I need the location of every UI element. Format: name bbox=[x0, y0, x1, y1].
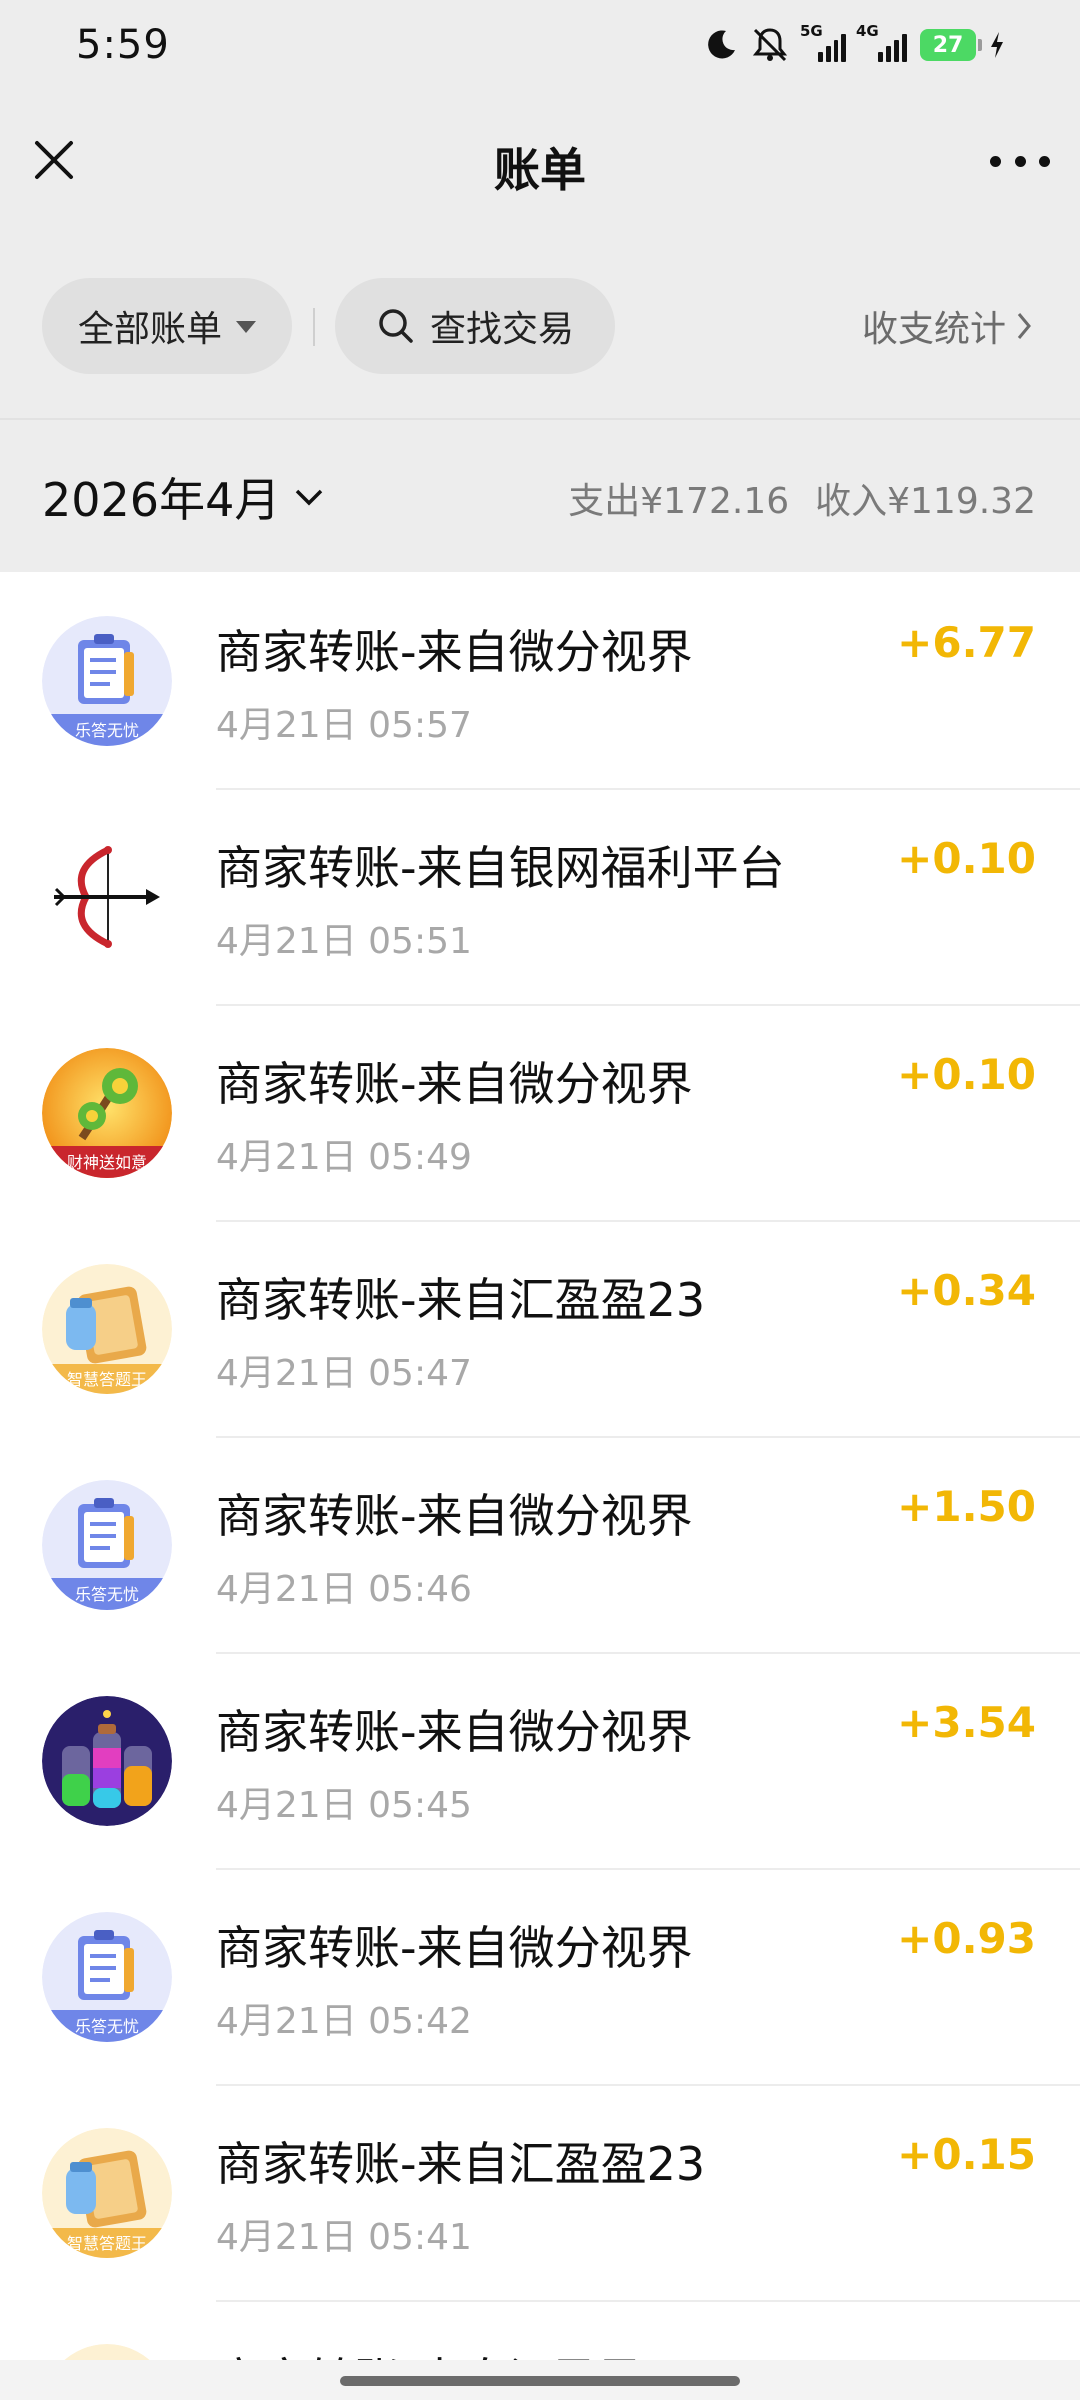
filter-row: 全部账单 查找交易 收支统计 bbox=[0, 240, 1080, 418]
transaction-title: 商家转账-来自微分视界 bbox=[216, 1705, 693, 1759]
transaction-title: 商家转账-来自微分视界 bbox=[216, 1921, 693, 1975]
status-bar: 5:59 5G 4G 27 bbox=[0, 0, 1080, 100]
transaction-row[interactable]: 智慧答题王 商家转账-来自汇盈盈23 4月21日 05:47 +0.34 bbox=[0, 1222, 1080, 1438]
home-indicator[interactable] bbox=[340, 2376, 740, 2386]
transaction-time: 4月21日 05:49 bbox=[216, 1137, 472, 1178]
transaction-title: 商家转账-来自汇盈盈23 bbox=[216, 2137, 706, 2191]
transaction-amount: +3.54 bbox=[897, 1698, 1036, 1747]
transaction-row[interactable]: 乐答无忧 商家转账-来自微分视界 4月21日 05:57 +6.77 bbox=[0, 574, 1080, 790]
svg-text:乐答无忧: 乐答无忧 bbox=[75, 721, 139, 740]
divider bbox=[313, 308, 315, 346]
quiz-clipboard-icon: 乐答无忧 bbox=[42, 1480, 172, 1610]
all-bills-filter[interactable]: 全部账单 bbox=[42, 278, 292, 374]
transaction-title: 商家转账-来自汇盈盈23 bbox=[216, 1273, 706, 1327]
wisdom-quiz-icon: 智慧答题王 bbox=[42, 2128, 172, 2258]
transaction-row[interactable]: 商家转账-来自银网福利平台 4月21日 05:51 +0.10 bbox=[0, 790, 1080, 1006]
network-4g-label: 4G bbox=[856, 22, 879, 40]
transaction-time: 4月21日 05:41 bbox=[216, 2217, 472, 2258]
charging-icon bbox=[988, 30, 1006, 60]
wisdom-quiz-icon: 智慧答题王 bbox=[42, 1264, 172, 1394]
transaction-row[interactable]: 智慧答题王 商家转账-来自汇盈盈23 4月21日 05:41 +0.15 bbox=[0, 2086, 1080, 2302]
more-dot-icon bbox=[1039, 155, 1050, 167]
caret-down-icon bbox=[236, 321, 256, 333]
more-button[interactable] bbox=[990, 146, 1050, 176]
color-bottles-icon bbox=[42, 1696, 172, 1826]
income-total: 收入¥119.32 bbox=[815, 481, 1036, 522]
expense-total: 支出¥172.16 bbox=[568, 481, 790, 522]
transaction-amount: +6.77 bbox=[897, 618, 1036, 667]
transaction-time: 4月21日 05:45 bbox=[216, 1785, 472, 1826]
nav-bar: 账单 bbox=[0, 100, 1080, 240]
month-bar: 2026年4月 支出¥172.16 收入¥119.32 bbox=[0, 418, 1080, 572]
quiz-clipboard-icon: 乐答无忧 bbox=[42, 616, 172, 746]
search-label: 查找交易 bbox=[429, 309, 574, 350]
stats-label: 收支统计 bbox=[861, 309, 1006, 350]
transaction-title: 商家转账-来自微分视界 bbox=[216, 625, 693, 679]
svg-text:财神送如意: 财神送如意 bbox=[67, 1153, 147, 1172]
transaction-amount: +0.34 bbox=[897, 1266, 1036, 1315]
signal-4g-icon: 4G bbox=[856, 22, 908, 62]
transaction-time: 4月21日 05:57 bbox=[216, 705, 472, 746]
all-bills-label: 全部账单 bbox=[77, 309, 222, 350]
search-transaction-button[interactable]: 查找交易 bbox=[335, 278, 615, 374]
network-5g-label: 5G bbox=[800, 22, 823, 40]
money-tree-icon: 财神送如意 bbox=[42, 1048, 172, 1178]
svg-text:智慧答题王: 智慧答题王 bbox=[67, 2234, 147, 2253]
transaction-title: 商家转账-来自微分视界 bbox=[216, 1057, 693, 1111]
bow-arrow-icon bbox=[42, 832, 172, 962]
bill-page: 5:59 5G 4G 27 账单 全部账单 查找交易 收支统计 2026年4月 … bbox=[0, 0, 1080, 2400]
gesture-bar bbox=[0, 2360, 1080, 2400]
more-dot-icon bbox=[1014, 155, 1026, 167]
chevron-right-icon bbox=[1017, 313, 1031, 339]
transaction-amount: +0.93 bbox=[897, 1914, 1036, 1963]
transaction-row[interactable]: 商家转账-来自微分视界 4月21日 05:45 +3.54 bbox=[0, 1654, 1080, 1870]
mute-bell-icon bbox=[750, 26, 790, 64]
transaction-time: 4月21日 05:42 bbox=[216, 2001, 472, 2042]
transaction-amount: +0.15 bbox=[897, 2130, 1036, 2179]
transaction-row[interactable]: 乐答无忧 商家转账-来自微分视界 4月21日 05:46 +1.50 bbox=[0, 1438, 1080, 1654]
chevron-down-icon bbox=[296, 489, 323, 506]
moon-icon bbox=[704, 28, 738, 62]
transaction-title: 商家转账-来自银网福利平台 bbox=[216, 841, 785, 895]
status-icons: 5G 4G 27 bbox=[704, 22, 1006, 64]
search-icon bbox=[379, 309, 413, 343]
stats-link[interactable]: 收支统计 bbox=[862, 300, 1034, 352]
svg-text:乐答无忧: 乐答无忧 bbox=[75, 1585, 139, 1604]
more-dot-icon bbox=[990, 155, 1001, 167]
transaction-time: 4月21日 05:47 bbox=[216, 1353, 472, 1394]
svg-text:智慧答题王: 智慧答题王 bbox=[67, 1370, 147, 1389]
month-summary: 支出¥172.16 收入¥119.32 bbox=[568, 472, 1036, 524]
battery-icon: 27 bbox=[920, 29, 982, 61]
signal-5g-icon: 5G bbox=[800, 22, 846, 62]
transaction-amount: +1.50 bbox=[897, 1482, 1036, 1531]
header-area: 5:59 5G 4G 27 账单 全部账单 查找交易 收支统计 2026年4月 … bbox=[0, 0, 1080, 572]
transaction-title: 商家转账-来自微分视界 bbox=[216, 1489, 693, 1543]
month-picker[interactable]: 2026年4月 bbox=[42, 464, 324, 530]
status-time: 5:59 bbox=[76, 22, 170, 68]
page-title: 账单 bbox=[494, 143, 586, 197]
svg-text:乐答无忧: 乐答无忧 bbox=[75, 2017, 139, 2036]
transaction-amount: +0.10 bbox=[897, 1050, 1036, 1099]
month-label: 2026年4月 bbox=[42, 473, 281, 527]
transaction-amount: +0.10 bbox=[897, 834, 1036, 883]
transaction-list: 乐答无忧 商家转账-来自微分视界 4月21日 05:57 +6.77 商家转账-… bbox=[0, 574, 1080, 2400]
transaction-time: 4月21日 05:51 bbox=[216, 921, 472, 962]
transaction-row[interactable]: 乐答无忧 商家转账-来自微分视界 4月21日 05:42 +0.93 bbox=[0, 1870, 1080, 2086]
quiz-clipboard-icon: 乐答无忧 bbox=[42, 1912, 172, 2042]
transaction-row[interactable]: 财神送如意 商家转账-来自微分视界 4月21日 05:49 +0.10 bbox=[0, 1006, 1080, 1222]
transaction-time: 4月21日 05:46 bbox=[216, 1569, 472, 1610]
